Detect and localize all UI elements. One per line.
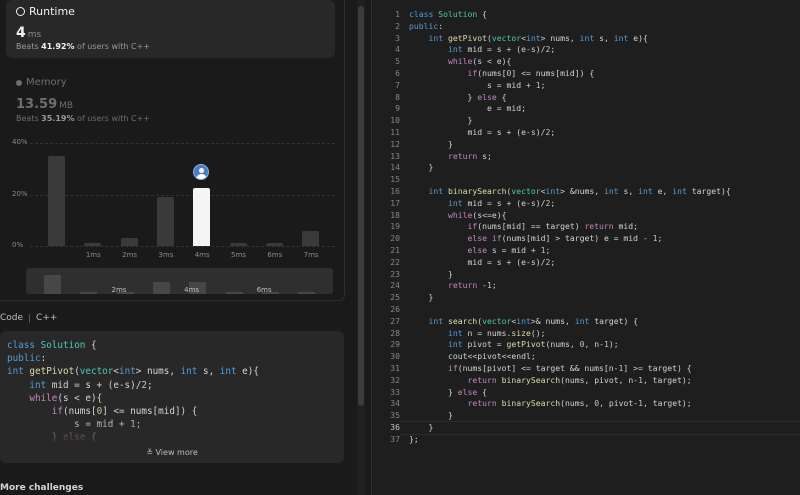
runtime-card[interactable]: Runtime 4 ms Beats 41.92% of users with C… (6, 0, 335, 58)
chart-bar[interactable] (84, 243, 102, 246)
code-preview: class Solution { public: int getPivot(ve… (0, 331, 344, 463)
chart-bar[interactable] (48, 155, 65, 246)
code-editor[interactable]: 1 2 3 4 5 6 7 8 9 10 11 12 13 14 15 16 17 18 19 20 21 22 23 24 2… (371, 0, 800, 495)
chart-range-slider[interactable]: 2ms 4ms 6ms (26, 268, 333, 294)
language-label: C++ (36, 313, 58, 323)
chart-bar[interactable] (229, 243, 247, 246)
left-panel-scrollbar[interactable] (357, 0, 365, 495)
memory-beats: Beats 35.19% of users with C++ (16, 114, 150, 123)
user-avatar-icon (193, 164, 209, 180)
mini-tick-label: 6ms (256, 286, 272, 294)
x-tick-label: 5ms (231, 251, 246, 259)
grid-line (30, 194, 335, 196)
x-tick-label: 4ms (194, 251, 210, 259)
mini-chart-bar (298, 291, 316, 294)
memory-title[interactable]: Memory (16, 77, 67, 88)
runtime-title: Runtime (16, 5, 75, 18)
memory-value: 13.59 MB (16, 97, 74, 112)
y-tick-label: 0% (12, 241, 24, 249)
submission-details-panel: Runtime 4 ms Beats 41.92% of users with C… (0, 0, 355, 495)
view-more-button[interactable]: ≚ View more (0, 448, 344, 457)
x-tick-label: 3ms (158, 251, 174, 259)
code-tab-label: Code (0, 313, 24, 323)
code-header: Code C++ (0, 313, 57, 323)
clock-icon (16, 7, 25, 16)
x-tick-label: 6ms (267, 251, 283, 259)
x-tick-label: 1ms (85, 251, 101, 259)
y-tick-label: 20% (12, 189, 28, 198)
chart-bar[interactable] (302, 230, 320, 246)
chart-bar[interactable] (156, 197, 174, 246)
chart-bar[interactable] (193, 188, 211, 246)
chart-bar[interactable] (120, 238, 138, 246)
mini-chart-bar (152, 282, 170, 294)
mini-tick-label: 4ms (184, 286, 200, 294)
x-tick-label: 7ms (303, 251, 319, 259)
editor-code[interactable]: class Solution {public: int getPivot(vec… (409, 9, 731, 445)
line-numbers: 1 2 3 4 5 6 7 8 9 10 11 12 13 14 15 16 17 18 19 20 21 22 23 24 2… (390, 9, 400, 444)
grid-line (30, 143, 335, 144)
mini-tick-label: 2ms (111, 286, 127, 294)
chart-bar[interactable] (265, 243, 283, 246)
memory-icon (16, 79, 22, 86)
mini-chart-bar (80, 291, 98, 294)
mini-chart-bar (44, 274, 61, 294)
runtime-beats: Beats 41.92% of users with C++ (16, 42, 150, 51)
more-challenges-heading: More challenges (0, 483, 84, 493)
grid-line (30, 246, 335, 247)
y-tick-label: 40% (12, 138, 28, 146)
mini-chart-bar (225, 291, 243, 294)
runtime-value: 4 ms (16, 25, 42, 41)
x-tick-label: 2ms (122, 251, 138, 259)
